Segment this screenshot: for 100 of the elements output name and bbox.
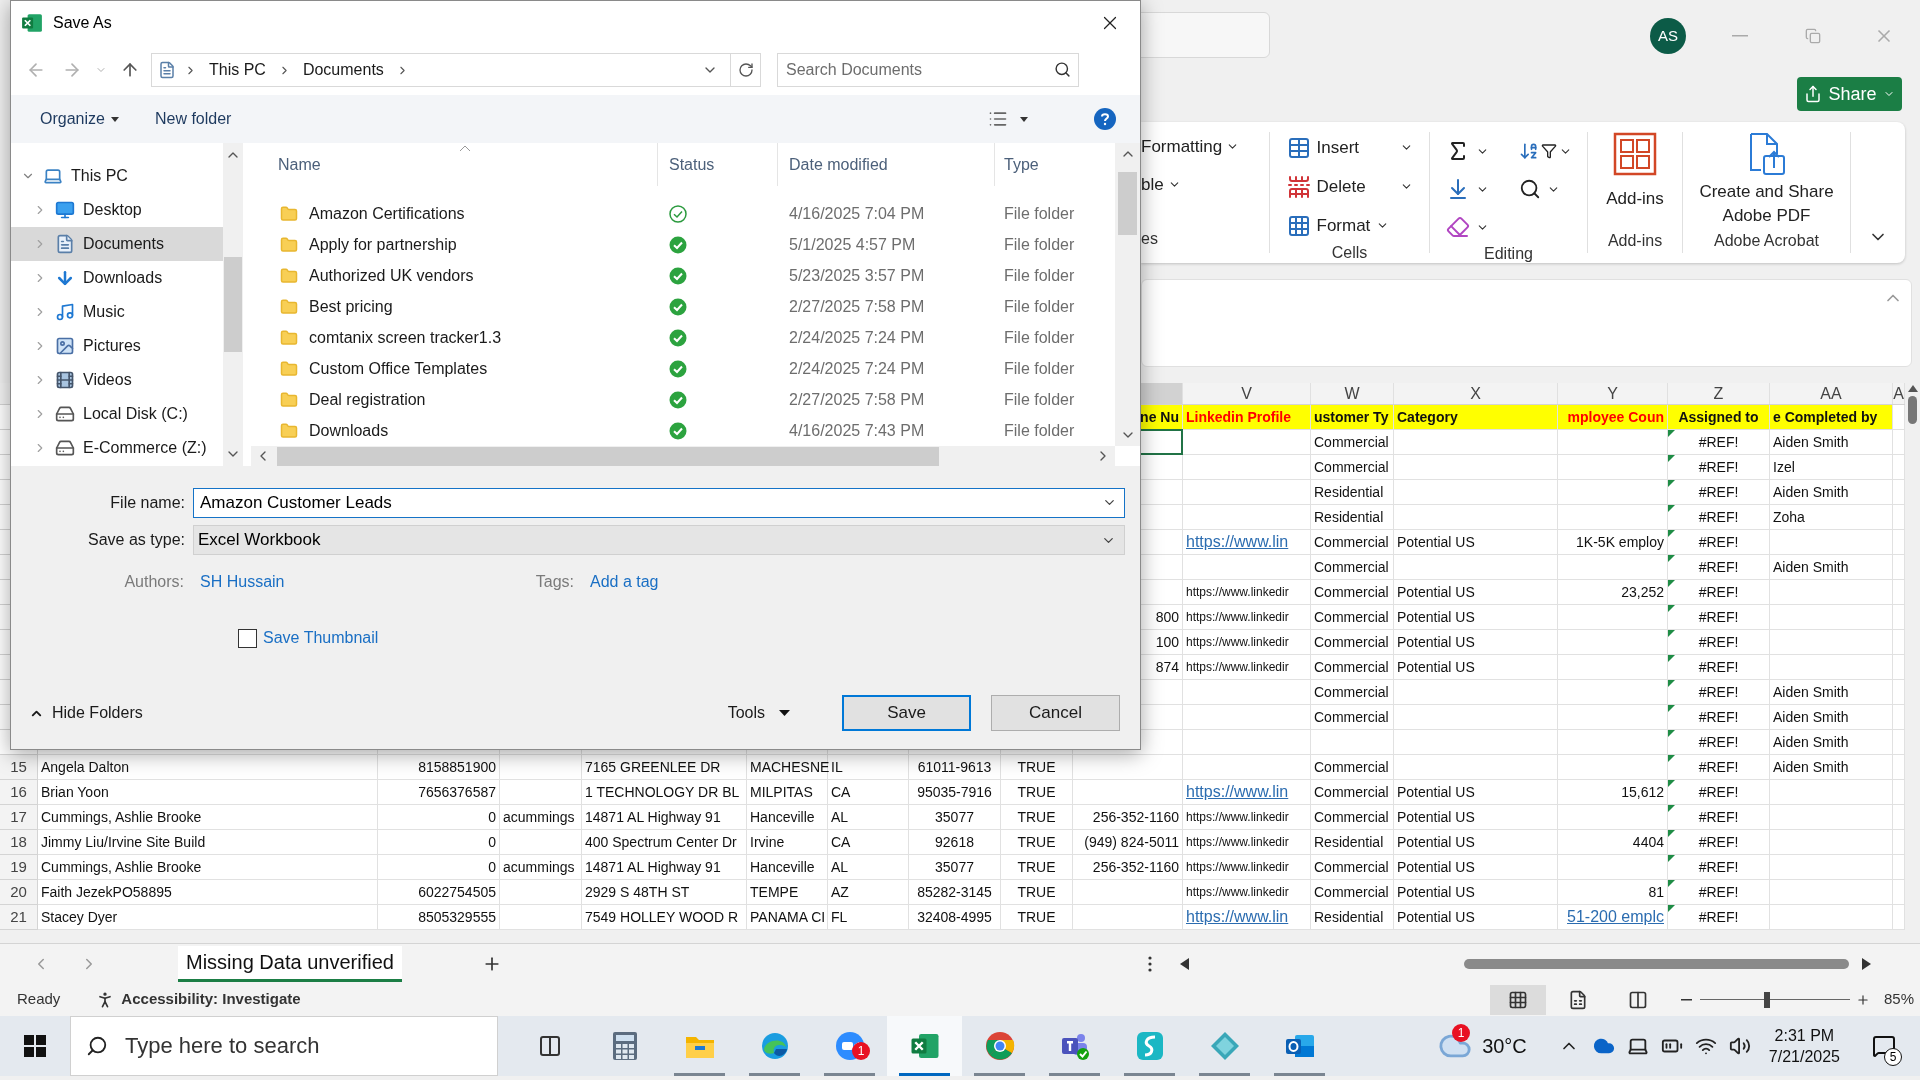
file-name-field[interactable]: Amazon Customer Leads bbox=[193, 488, 1125, 518]
table-cell: https://www.linkedir bbox=[1183, 805, 1311, 830]
save-type-dropdown[interactable]: Excel Workbook bbox=[193, 525, 1125, 555]
taskbar-search-field[interactable]: Type here to search bbox=[70, 1016, 498, 1076]
taskbar-button[interactable]: 1 bbox=[812, 1016, 887, 1076]
ribbon-button[interactable]: Insert bbox=[1286, 132, 1413, 163]
column-header[interactable]: AA bbox=[1770, 383, 1893, 404]
sheet-tab[interactable]: Missing Data unverified bbox=[178, 945, 402, 982]
folder-tree-item[interactable]: Downloads bbox=[11, 261, 223, 295]
column-header[interactable]: X bbox=[1394, 383, 1558, 404]
zoom-percentage[interactable]: 85% bbox=[1883, 988, 1914, 1011]
organize-button[interactable]: Organize bbox=[40, 107, 119, 131]
table-cell: Aiden Smith bbox=[1770, 755, 1893, 780]
folder-tree-item[interactable]: Desktop bbox=[11, 193, 223, 227]
save-button[interactable]: Save bbox=[842, 695, 971, 731]
folder-tree-item[interactable]: Music bbox=[11, 295, 223, 329]
accessibility-button[interactable]: Accessibility: Investigate bbox=[95, 988, 301, 1011]
add-tag-link[interactable]: Add a tag bbox=[590, 570, 659, 594]
file-name: Authorized UK vendors bbox=[309, 265, 474, 286]
folder-tree-item[interactable]: Videos bbox=[11, 363, 223, 397]
cell-link[interactable]: https://www.lin bbox=[1186, 905, 1289, 929]
ribbon-button[interactable]: Format bbox=[1286, 210, 1413, 241]
share-button[interactable]: Share bbox=[1797, 77, 1902, 111]
row-header[interactable]: 19 bbox=[0, 855, 38, 880]
table-cell: Potential US bbox=[1394, 880, 1558, 905]
table-cell: #REF! bbox=[1668, 430, 1770, 455]
table-cell: #REF! bbox=[1668, 480, 1770, 505]
file-row[interactable]: Apply for partnership 5/1/2025 4:57 PM File folder bbox=[251, 229, 1115, 260]
folder-tree-item[interactable]: E-Commerce (Z:) bbox=[11, 431, 223, 465]
table-cell: https://www.linkedir bbox=[1183, 580, 1311, 605]
weather-button[interactable]: 1 30°C bbox=[1432, 1016, 1533, 1076]
table-cell: Commercial bbox=[1311, 430, 1394, 455]
file-row[interactable]: Custom Office Templates 2/24/2025 7:24 PM File folder bbox=[251, 353, 1115, 384]
table-cell: 61011-9613 bbox=[909, 755, 1001, 780]
ribbon-dropdown-button[interactable]: ble bbox=[1141, 171, 1269, 197]
folder-tree-item[interactable]: This PC bbox=[11, 159, 223, 193]
table-cell: Cummings, Ashlie Brooke bbox=[38, 855, 378, 880]
folder-tree-item[interactable]: Documents bbox=[11, 227, 223, 261]
column-header[interactable]: Y bbox=[1558, 383, 1668, 404]
table-cell: TRUE bbox=[1001, 805, 1073, 830]
table-cell: 2929 S 48TH ST bbox=[582, 880, 747, 905]
table-cell: https://www.linkedir bbox=[1183, 655, 1311, 680]
cell-link[interactable]: https://www.lin bbox=[1186, 780, 1289, 804]
ribbon-dropdown-button[interactable]: Formatting bbox=[1141, 134, 1269, 160]
file-row[interactable]: Authorized UK vendors 5/23/2025 3:57 PM File folder bbox=[251, 260, 1115, 291]
date-modified: 2/27/2025 7:58 PM bbox=[788, 296, 926, 317]
column-header[interactable]: Status bbox=[658, 143, 778, 186]
notification-center-button[interactable]: 5 bbox=[1866, 1026, 1902, 1066]
create-pdf-button[interactable]: Create and Share Adobe PDF bbox=[1691, 132, 1842, 228]
row-header[interactable]: 20 bbox=[0, 880, 38, 905]
folder-tree-item[interactable]: Pictures bbox=[11, 329, 223, 363]
folder-tree-item[interactable]: Local Disk (C:) bbox=[11, 397, 223, 431]
row-header[interactable]: 16 bbox=[0, 780, 38, 805]
date-modified: 5/1/2025 4:57 PM bbox=[788, 234, 917, 255]
table-cell: #REF! bbox=[1668, 630, 1770, 655]
tools-button[interactable]: Tools bbox=[727, 701, 790, 725]
authors-link[interactable]: SH Hussain bbox=[196, 570, 534, 594]
column-header[interactable]: Z bbox=[1668, 383, 1770, 404]
table-cell: 8158851900 bbox=[378, 755, 500, 780]
breadcrumb-item[interactable]: This PC bbox=[205, 58, 270, 82]
checkbox-label[interactable]: Save Thumbnail bbox=[263, 626, 379, 650]
add-ins-button[interactable]: Add-ins bbox=[1606, 132, 1664, 212]
file-name: Amazon Certifications bbox=[309, 203, 465, 224]
column-header[interactable]: Date modified bbox=[778, 143, 995, 186]
cell-link[interactable]: https://www.lin bbox=[1186, 530, 1289, 554]
new-folder-button[interactable]: New folder bbox=[154, 107, 232, 131]
table-cell: Potential US bbox=[1394, 905, 1558, 930]
clock-button[interactable]: 2:31 PM 7/21/2025 bbox=[1762, 1025, 1846, 1067]
date-modified: 5/23/2025 3:57 PM bbox=[788, 265, 926, 286]
column-header[interactable]: Type bbox=[995, 143, 1115, 186]
table-cell: 85282-3145 bbox=[909, 880, 1001, 905]
search-field[interactable]: Search Documents bbox=[777, 53, 1079, 87]
table-cell: 81 bbox=[1558, 880, 1668, 905]
cell-link[interactable]: 51-200 emplc bbox=[1567, 905, 1664, 929]
table-cell: https://www.linkedir bbox=[1183, 605, 1311, 630]
table-cell: 23,252 bbox=[1558, 580, 1668, 605]
row-header[interactable]: 21 bbox=[0, 905, 38, 930]
breadcrumb-item[interactable]: Documents bbox=[298, 58, 388, 82]
ribbon-button[interactable]: Delete bbox=[1286, 171, 1413, 202]
table-cell: #REF! bbox=[1668, 505, 1770, 530]
file-name: comtanix screen tracker1.3 bbox=[309, 327, 502, 348]
hide-folders-button[interactable]: Hide Folders bbox=[25, 698, 147, 728]
user-avatar[interactable]: AS bbox=[1650, 18, 1686, 54]
field-label: File name: bbox=[109, 493, 186, 513]
column-header[interactable]: W bbox=[1311, 383, 1394, 404]
file-row[interactable]: comtanix screen tracker1.3 2/24/2025 7:24 PM File folder bbox=[251, 322, 1115, 353]
file-row[interactable]: Best pricing 2/27/2025 7:58 PM File folder bbox=[251, 291, 1115, 322]
table-cell: 32408-4995 bbox=[909, 905, 1001, 930]
group-label: Cells bbox=[1331, 243, 1368, 263]
cancel-button[interactable]: Cancel bbox=[991, 695, 1120, 731]
column-header[interactable]: V bbox=[1183, 383, 1311, 404]
address-bar[interactable]: This PC Documents bbox=[151, 53, 761, 87]
row-header[interactable]: 15 bbox=[0, 755, 38, 780]
file-row[interactable]: Amazon Certifications 4/16/2025 7:04 PM File folder bbox=[251, 198, 1115, 229]
table-cell: FL bbox=[828, 905, 909, 930]
row-header[interactable]: 17 bbox=[0, 805, 38, 830]
row-header[interactable]: 18 bbox=[0, 830, 38, 855]
column-header[interactable]: Name bbox=[251, 143, 658, 186]
table-cell: Potential US bbox=[1394, 855, 1558, 880]
table-cell: AL bbox=[828, 855, 909, 880]
